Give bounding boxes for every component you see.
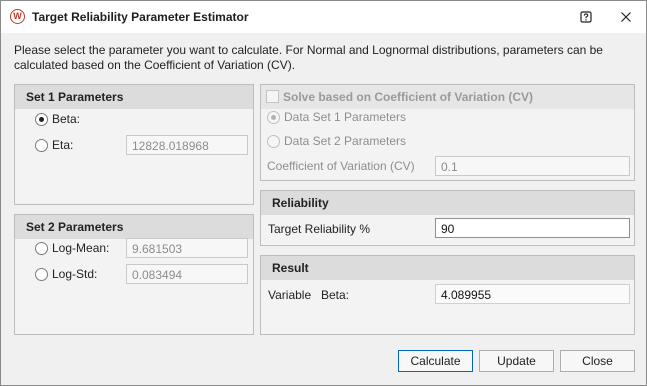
result-group: Result Variable Beta: 4.089955: [260, 255, 635, 335]
set2-title: Set 2 Parameters: [26, 220, 124, 234]
set1-parameters-group: Set 1 Parameters Beta: Eta: 12828.018968: [14, 84, 254, 205]
result-title: Result: [272, 261, 309, 275]
app-logo-icon: W: [10, 9, 25, 24]
cv-group: Solve based on Coefficient of Variation …: [260, 84, 635, 181]
log-std-field[interactable]: 0.083494: [126, 264, 248, 284]
data-set2-label[interactable]: Data Set 2 Parameters: [284, 134, 406, 148]
update-button[interactable]: Update: [479, 350, 554, 372]
set1-header: Set 1 Parameters: [15, 85, 253, 109]
set2-header: Set 2 Parameters: [15, 215, 253, 239]
target-reliability-label: Target Reliability %: [268, 222, 371, 236]
help-icon: [580, 11, 592, 23]
dialog-content: Please select the parameter you want to …: [1, 33, 646, 385]
result-header: Result: [261, 256, 634, 280]
dialog-window: W Target Reliability Parameter Estimator…: [0, 0, 647, 386]
variable-label: Variable: [268, 288, 312, 302]
cv-checkbox-label[interactable]: Solve based on Coefficient of Variation …: [283, 90, 533, 104]
target-reliability-field[interactable]: 90: [435, 218, 630, 238]
title-bar[interactable]: W Target Reliability Parameter Estimator: [1, 1, 646, 33]
beta-label[interactable]: Beta:: [52, 112, 80, 126]
set2-parameters-group: Set 2 Parameters Log-Mean: 9.681503 Log-…: [14, 214, 254, 335]
data-set1-label[interactable]: Data Set 1 Parameters: [284, 110, 406, 124]
log-std-label[interactable]: Log-Std:: [52, 267, 97, 281]
window-title: Target Reliability Parameter Estimator: [32, 10, 249, 24]
close-icon: [621, 12, 631, 22]
log-mean-field[interactable]: 9.681503: [126, 238, 248, 258]
close-window-button[interactable]: [615, 7, 637, 27]
log-mean-label[interactable]: Log-Mean:: [52, 241, 109, 255]
result-parameter-label: Beta:: [321, 288, 350, 302]
log-std-radio[interactable]: [35, 268, 48, 281]
calculate-button[interactable]: Calculate: [398, 350, 473, 372]
reliability-title: Reliability: [272, 196, 329, 210]
reliability-group: Reliability Target Reliability % 90: [260, 190, 635, 246]
cv-label: Coefficient of Variation (CV): [267, 159, 415, 173]
beta-radio[interactable]: [35, 113, 48, 126]
cv-checkbox[interactable]: [266, 90, 279, 103]
cv-field[interactable]: 0.1: [435, 156, 630, 176]
set1-title: Set 1 Parameters: [26, 90, 124, 104]
eta-radio[interactable]: [35, 139, 48, 152]
instructions-text: Please select the parameter you want to …: [14, 43, 603, 72]
data-set2-radio[interactable]: [267, 135, 280, 148]
result-value-field[interactable]: 4.089955: [435, 284, 630, 304]
help-button[interactable]: [575, 7, 597, 27]
cv-header: Solve based on Coefficient of Variation …: [261, 85, 634, 109]
log-mean-radio[interactable]: [35, 242, 48, 255]
close-button[interactable]: Close: [560, 350, 635, 372]
data-set1-radio[interactable]: [267, 111, 280, 124]
reliability-header: Reliability: [261, 191, 634, 215]
eta-label[interactable]: Eta:: [52, 138, 73, 152]
eta-field[interactable]: 12828.018968: [126, 135, 248, 155]
